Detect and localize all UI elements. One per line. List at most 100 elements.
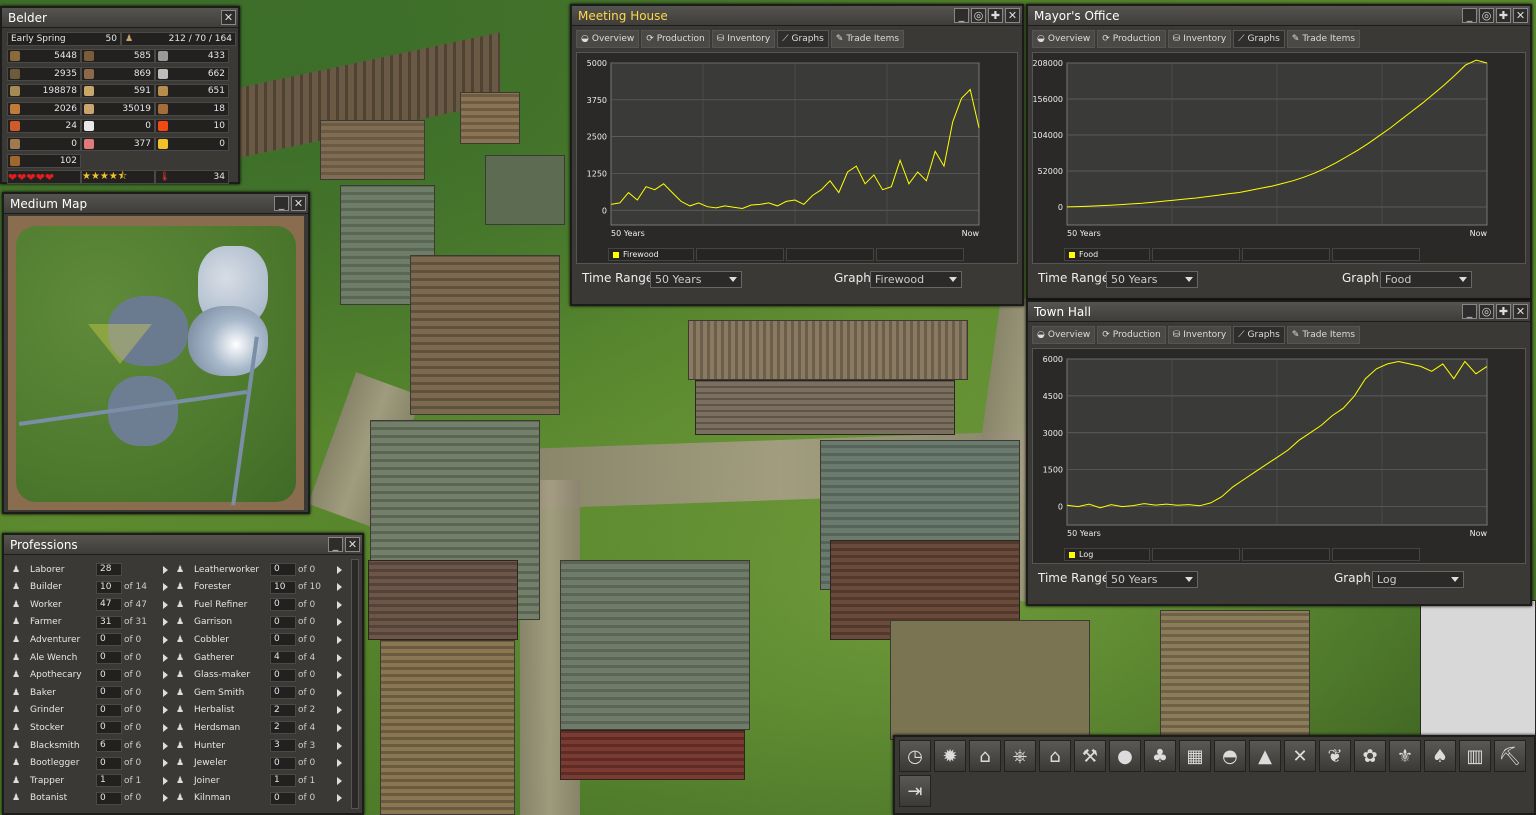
profession-count-field[interactable]: 0	[270, 668, 296, 682]
increase-arrow-icon[interactable]	[163, 741, 168, 750]
profession-count-field[interactable]: 0	[270, 791, 296, 805]
close-icon[interactable]: ✕	[221, 10, 236, 25]
market-button[interactable]: ▥	[1459, 740, 1491, 772]
axe-button[interactable]: ⛏	[1494, 740, 1526, 772]
house-button[interactable]: ⌂	[969, 740, 1001, 772]
legend-item[interactable]: Firewood	[608, 248, 694, 261]
increase-arrow-icon[interactable]	[337, 618, 342, 627]
flowers-button[interactable]: ✿	[1354, 740, 1386, 772]
professions-scrollbar[interactable]	[351, 559, 359, 809]
graph-select[interactable]: Log	[1372, 571, 1464, 588]
minimap-canvas[interactable]	[8, 216, 304, 510]
increase-arrow-icon[interactable]	[163, 723, 168, 732]
increase-arrow-icon[interactable]	[337, 653, 342, 662]
increase-arrow-icon[interactable]	[337, 794, 342, 803]
profession-count-field[interactable]: 0	[96, 668, 122, 682]
profession-count-field[interactable]: 0	[96, 703, 122, 717]
profession-count-field[interactable]: 10	[270, 580, 296, 594]
graph-select[interactable]: Food	[1380, 271, 1472, 288]
profession-count-field[interactable]: 0	[270, 598, 296, 612]
close-icon[interactable]: ✕	[1513, 304, 1528, 319]
tab-overview[interactable]: ◒ Overview	[1032, 30, 1096, 48]
increase-arrow-icon[interactable]	[163, 635, 168, 644]
increase-arrow-icon[interactable]	[337, 741, 342, 750]
wheat-button[interactable]: ❦	[1319, 740, 1351, 772]
graph-select[interactable]: Firewood	[870, 271, 962, 288]
profession-count-field[interactable]: 2	[270, 703, 296, 717]
increase-arrow-icon[interactable]	[337, 583, 342, 592]
increase-arrow-icon[interactable]	[337, 600, 342, 609]
legend-slot-empty[interactable]	[1242, 248, 1330, 261]
pin-icon[interactable]: ✚	[988, 8, 1003, 23]
tab-inventory[interactable]: ⛁ Inventory	[1167, 30, 1232, 48]
close-icon[interactable]: ✕	[1005, 8, 1020, 23]
close-icon[interactable]: ✕	[345, 537, 360, 552]
profession-count-field[interactable]: 0	[96, 651, 122, 664]
profession-count-field[interactable]: 4	[270, 651, 296, 664]
tab-production[interactable]: ⟳ Production	[1097, 30, 1166, 48]
tab-production[interactable]: ⟳ Production	[1097, 326, 1166, 344]
barn-button[interactable]: ⌂	[1039, 740, 1071, 772]
window-title-bar[interactable]: Town Hall _ ◎ ✚ ✕	[1028, 302, 1530, 322]
tab-trade-items[interactable]: ✎ Trade Items	[1286, 326, 1361, 344]
profession-count-field[interactable]: 10	[96, 580, 122, 594]
minimize-icon[interactable]: _	[328, 537, 343, 552]
pin-icon[interactable]: ✚	[1496, 8, 1511, 23]
pin-icon[interactable]: ✚	[1496, 304, 1511, 319]
profession-count-field[interactable]: 0	[270, 686, 296, 700]
legend-slot-empty[interactable]	[1152, 548, 1240, 561]
resources-title-bar[interactable]: Belder ✕	[2, 8, 238, 28]
tab-graphs[interactable]: ⟋ Graphs	[777, 30, 829, 48]
field-button[interactable]: ▦	[1179, 740, 1211, 772]
tab-inventory[interactable]: ⛁ Inventory	[1167, 326, 1232, 344]
target-icon[interactable]: ◎	[1479, 8, 1494, 23]
minimize-icon[interactable]: _	[274, 196, 289, 211]
tab-graphs[interactable]: ⟋ Graphs	[1233, 326, 1285, 344]
profession-count-field[interactable]: 1	[270, 774, 296, 788]
profession-count-field[interactable]: 6	[96, 739, 122, 752]
time-range-select[interactable]: 50 Years	[1106, 571, 1198, 588]
sack-button[interactable]: ▲	[1249, 740, 1281, 772]
close-icon[interactable]: ✕	[291, 196, 306, 211]
minimize-icon[interactable]: _	[954, 8, 969, 23]
increase-arrow-icon[interactable]	[163, 671, 168, 680]
hammer-button[interactable]: ⚒	[1074, 740, 1106, 772]
increase-arrow-icon[interactable]	[337, 706, 342, 715]
profession-count-field[interactable]: 0	[96, 633, 122, 647]
target-icon[interactable]: ◎	[1479, 304, 1494, 319]
profession-count-field[interactable]: 28	[96, 563, 122, 576]
close-icon[interactable]: ✕	[1513, 8, 1528, 23]
wheel-button[interactable]: ⎈	[1004, 740, 1036, 772]
fleur-button[interactable]: ⚜	[1389, 740, 1421, 772]
legend-slot-empty[interactable]	[786, 248, 874, 261]
tab-overview[interactable]: ◒ Overview	[576, 30, 640, 48]
bowl-button[interactable]: ◓	[1214, 740, 1246, 772]
minimize-icon[interactable]: _	[1462, 304, 1477, 319]
profession-count-field[interactable]: 0	[270, 633, 296, 647]
legend-item[interactable]: Log	[1064, 548, 1150, 561]
gear-button[interactable]: ✹	[934, 740, 966, 772]
target-icon[interactable]: ◎	[971, 8, 986, 23]
increase-arrow-icon[interactable]	[337, 759, 342, 768]
minimize-icon[interactable]: _	[1462, 8, 1477, 23]
profession-count-field[interactable]: 1	[96, 774, 122, 788]
tab-trade-items[interactable]: ✎ Trade Items	[830, 30, 905, 48]
profession-count-field[interactable]: 0	[96, 756, 122, 770]
increase-arrow-icon[interactable]	[163, 794, 168, 803]
increase-arrow-icon[interactable]	[163, 565, 168, 574]
profession-count-field[interactable]: 2	[270, 721, 296, 735]
clock-button[interactable]: ◷	[899, 740, 931, 772]
time-range-select[interactable]: 50 Years	[1106, 271, 1198, 288]
legend-slot-empty[interactable]	[696, 248, 784, 261]
window-title-bar[interactable]: Mayor's Office _ ◎ ✚ ✕	[1028, 6, 1530, 26]
exit-button[interactable]: ⇥	[899, 775, 931, 807]
profession-count-field[interactable]: 0	[270, 615, 296, 629]
increase-arrow-icon[interactable]	[163, 776, 168, 785]
tree-button[interactable]: ♣	[1144, 740, 1176, 772]
legend-item[interactable]: Food	[1064, 248, 1150, 261]
increase-arrow-icon[interactable]	[337, 688, 342, 697]
apple-button[interactable]: ●	[1109, 740, 1141, 772]
profession-count-field[interactable]: 0	[270, 563, 296, 576]
legend-slot-empty[interactable]	[1242, 548, 1330, 561]
window-title-bar[interactable]: Meeting House _ ◎ ✚ ✕	[572, 6, 1022, 26]
